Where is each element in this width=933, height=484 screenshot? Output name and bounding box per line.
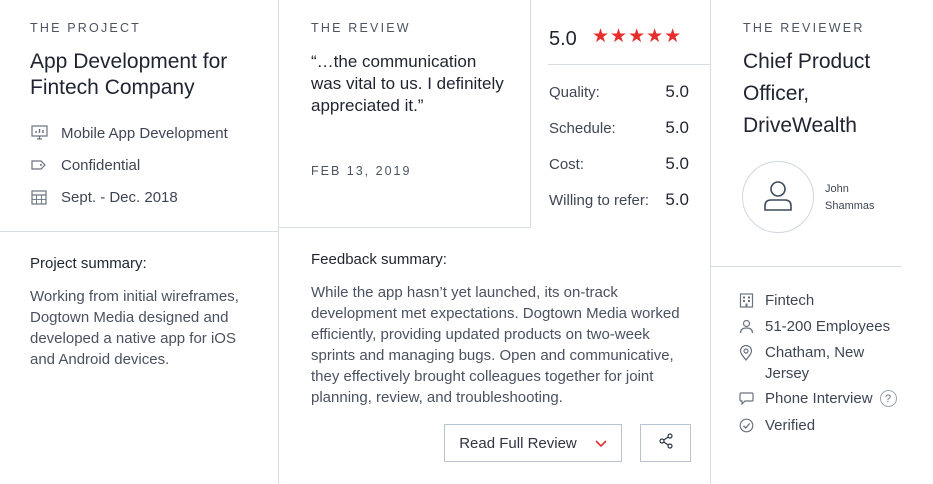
feedback-summary-label: Feedback summary: <box>311 251 447 268</box>
rating-refer: Willing to refer: 5.0 <box>549 182 689 218</box>
reviewer-detail-size: 51-200 Employees <box>739 313 919 339</box>
rating-quality: Quality: 5.0 <box>549 74 689 110</box>
review-eyebrow: THE REVIEW <box>311 21 411 35</box>
rating-cost-value: 5.0 <box>665 154 689 173</box>
project-meta-budget: Confidential <box>30 149 270 181</box>
reviewer-detail-method: Phone Interview ? <box>739 385 919 412</box>
monitor-chart-icon <box>30 124 48 142</box>
rating-quality-value: 5.0 <box>665 82 689 101</box>
reviewer-detail-location: Chatham, New Jersey <box>739 339 919 384</box>
read-full-review-label: Read Full Review <box>459 434 577 452</box>
share-button[interactable] <box>640 424 691 462</box>
feedback-summary-text: While the app hasn’t yet launched, its o… <box>311 284 680 406</box>
project-summary-text: Working from initial wireframes, Dogtown… <box>30 288 239 368</box>
divider-project-summary <box>0 231 278 232</box>
project-meta-dates: Sept. - Dec. 2018 <box>30 181 270 213</box>
rating-refer-value: 5.0 <box>665 190 689 209</box>
avatar <box>742 161 814 233</box>
reviewer-title: Chief Product Officer, DriveWealth <box>743 50 871 137</box>
reviewer-location-text: Chatham, New Jersey <box>765 344 865 382</box>
divider-rating-panel <box>530 0 531 227</box>
review-date: FEB 13, 2019 <box>311 164 412 178</box>
reviewer-method-text: Phone Interview <box>765 390 873 407</box>
rating-schedule-label: Schedule: <box>549 119 616 137</box>
rating-refer-label: Willing to refer: <box>549 191 650 209</box>
project-summary-label: Project summary: <box>30 255 147 272</box>
read-full-review-button[interactable]: Read Full Review <box>444 424 622 462</box>
tag-icon <box>30 156 48 174</box>
rating-schedule-value: 5.0 <box>665 118 689 137</box>
person-icon <box>739 319 755 334</box>
share-icon <box>658 433 674 453</box>
project-title: App Development for Fintech Company <box>30 50 228 99</box>
chevron-down-icon <box>595 436 607 451</box>
rating-schedule: Schedule: 5.0 <box>549 110 689 146</box>
check-circle-icon <box>739 418 755 433</box>
divider-project-review <box>278 0 279 484</box>
rating-cost: Cost: 5.0 <box>549 146 689 182</box>
reviewer-detail-verified: Verified <box>739 412 919 439</box>
project-eyebrow: THE PROJECT <box>30 21 142 35</box>
reviewer-detail-industry: Fintech <box>739 287 919 313</box>
reviewer-first-name: John <box>825 183 849 195</box>
reviewer-last-name: Shammas <box>825 200 875 212</box>
divider-reviewer-details <box>710 266 902 267</box>
star-rating: ★★★★★ <box>592 26 683 47</box>
reviewer-details: Fintech 51-200 Employees Chatham, New Je… <box>739 287 919 439</box>
project-meta-dates-text: Sept. - Dec. 2018 <box>61 188 178 206</box>
calendar-icon <box>30 188 48 206</box>
divider-rating-header <box>548 64 710 65</box>
reviewer-size-text: 51-200 Employees <box>765 317 891 335</box>
project-meta-service: Mobile App Development <box>30 117 270 149</box>
reviewer-name: John Shammas <box>825 181 875 215</box>
project-meta-list: Mobile App Development Confidential Sept… <box>30 117 270 213</box>
overall-score: 5.0 <box>549 28 577 50</box>
location-pin-icon <box>739 342 755 361</box>
reviewer-eyebrow: THE REVIEWER <box>743 21 865 35</box>
project-meta-budget-text: Confidential <box>61 156 141 174</box>
user-icon <box>761 178 795 217</box>
building-icon <box>739 292 755 308</box>
rating-list: Quality: 5.0 Schedule: 5.0 Cost: 5.0 Wil… <box>549 74 689 218</box>
rating-cost-label: Cost: <box>549 155 585 173</box>
review-quote: “…the communication was vital to us. I d… <box>311 52 504 115</box>
divider-review-feedback <box>278 227 531 228</box>
help-icon[interactable]: ? <box>879 390 897 407</box>
speech-bubble-icon <box>739 392 755 405</box>
rating-quality-label: Quality: <box>549 83 600 101</box>
reviewer-verified-text: Verified <box>765 417 816 434</box>
reviewer-industry-text: Fintech <box>765 291 815 309</box>
project-meta-service-text: Mobile App Development <box>61 124 228 142</box>
divider-review-reviewer <box>710 0 711 484</box>
